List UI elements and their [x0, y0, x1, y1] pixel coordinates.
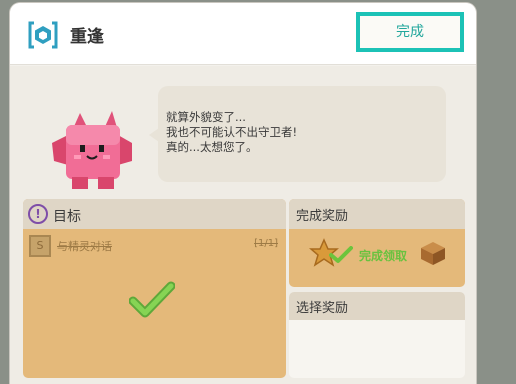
- select-reward-panel: 选择奖励: [289, 292, 465, 378]
- goal-title: 目标: [53, 209, 81, 225]
- completion-reward-panel: 完成奖励 完成领取: [289, 199, 465, 287]
- hexagon-badge-icon: [28, 21, 58, 49]
- window-header: 重逢 完成: [10, 3, 476, 65]
- task-text: 与精灵对话: [57, 240, 112, 253]
- task-progress: [1/1]: [254, 238, 278, 249]
- dialog-line: 真的...太想您了。: [166, 140, 258, 154]
- goal-header: ! 目标: [23, 199, 286, 229]
- task-row: S 与精灵对话 [1/1]: [29, 235, 280, 257]
- pink-dragon-character: [52, 111, 132, 189]
- dialog-line: 我也不可能认不出守卫者!: [166, 125, 298, 139]
- quest-title: 重逢: [70, 27, 104, 47]
- quest-content: 就算外貌变了... 我也不可能认不出守卫者! 真的...太想您了。 ! 目标 S…: [10, 66, 476, 384]
- goal-panel: ! 目标 S 与精灵对话 [1/1]: [23, 199, 286, 378]
- quest-window: 重逢 完成 就算外貌变了... 我也不可能认不出守卫者! 真的...太想您了。: [10, 3, 476, 384]
- reward-check-icon: [329, 246, 353, 263]
- dialog-bubble: 就算外貌变了... 我也不可能认不出守卫者! 真的...太想您了。: [149, 86, 446, 182]
- claimed-label: 完成领取: [359, 249, 408, 263]
- info-icon: !: [28, 204, 48, 224]
- task-type-icon: S: [29, 235, 51, 257]
- select-reward-title: 选择奖励: [289, 292, 465, 320]
- green-check-icon: [129, 281, 175, 318]
- reward-title: 完成奖励: [289, 199, 465, 229]
- complete-button[interactable]: 完成: [356, 12, 464, 52]
- dialog-line: 就算外貌变了...: [166, 110, 246, 124]
- wood-crate-icon: [421, 242, 445, 265]
- reward-items: 完成领取: [289, 229, 465, 287]
